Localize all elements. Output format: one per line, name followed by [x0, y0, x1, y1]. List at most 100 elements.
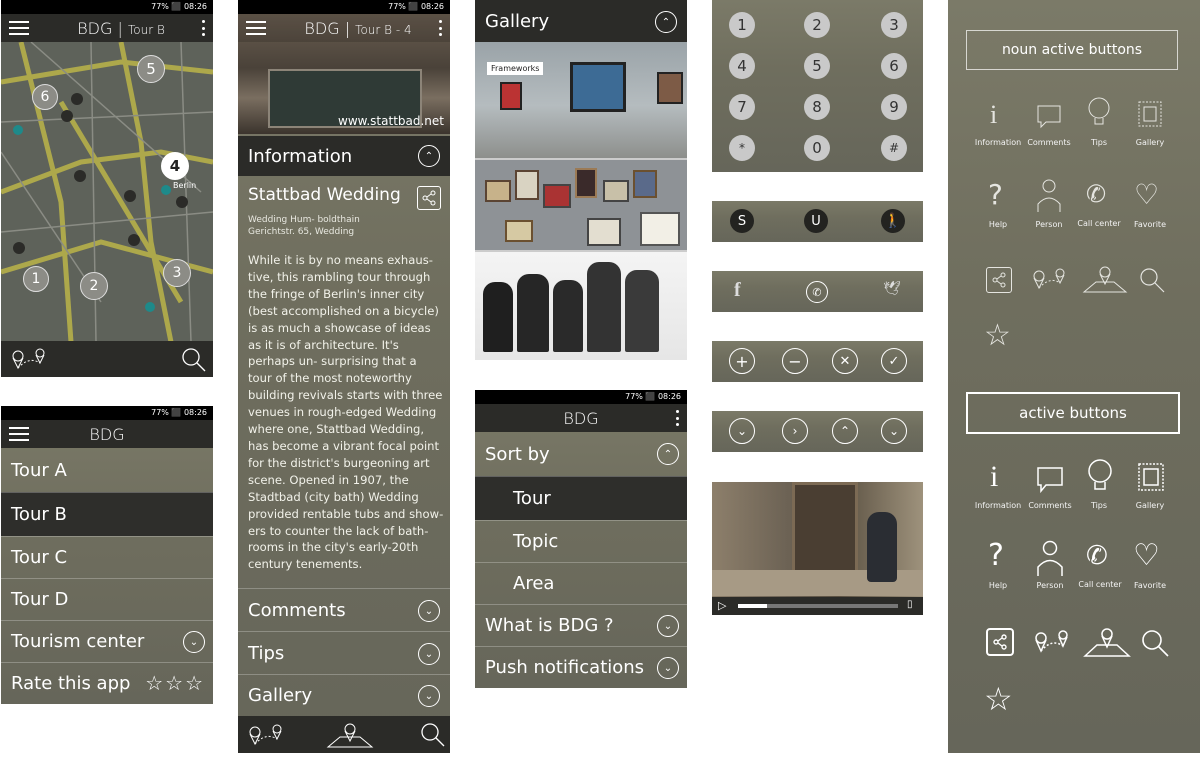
- location-area-icon[interactable]: [1083, 626, 1131, 658]
- star-icon[interactable]: ☆: [145, 671, 165, 695]
- keypad-key[interactable]: 6: [881, 53, 907, 79]
- map-pins-icon[interactable]: [246, 722, 290, 748]
- sort-by-header[interactable]: Sort by ⌃: [475, 432, 687, 476]
- whatsapp-icon[interactable]: ✆: [806, 281, 828, 303]
- gallery-header[interactable]: Gallery ⌃: [475, 0, 687, 42]
- more-options-icon[interactable]: [439, 20, 442, 36]
- map-pins-icon[interactable]: [9, 346, 53, 372]
- video-progress[interactable]: [738, 604, 898, 608]
- star-icon[interactable]: ☆: [984, 680, 1013, 718]
- star-rating[interactable]: ☆☆☆: [145, 671, 205, 695]
- fullscreen-icon[interactable]: ▯: [907, 599, 913, 610]
- keypad-key[interactable]: 4: [729, 53, 755, 79]
- tour-marker[interactable]: 6: [32, 84, 58, 110]
- add-icon[interactable]: +: [729, 348, 755, 374]
- more-options-icon[interactable]: [202, 20, 205, 36]
- share-icon[interactable]: [417, 186, 441, 210]
- star-icon[interactable]: ☆: [185, 671, 205, 695]
- menu-item-tour-a[interactable]: Tour A: [1, 448, 213, 492]
- call-center-icon[interactable]: ✆: [1086, 541, 1108, 571]
- menu-item-rate-app[interactable]: Rate this app ☆☆☆: [1, 662, 213, 704]
- information-icon[interactable]: i: [990, 100, 997, 130]
- help-icon[interactable]: ?: [988, 178, 1003, 211]
- tour-marker[interactable]: 3: [163, 259, 191, 287]
- gallery-photo[interactable]: [475, 160, 687, 250]
- chevron-right-icon[interactable]: ›: [782, 418, 808, 444]
- gallery-icon[interactable]: [1137, 100, 1163, 128]
- share-icon[interactable]: [986, 628, 1014, 656]
- star-icon[interactable]: ☆: [984, 318, 1011, 353]
- comments-icon[interactable]: [1036, 466, 1064, 494]
- person-icon[interactable]: [1036, 178, 1062, 214]
- favorite-icon[interactable]: ♡: [1134, 178, 1159, 211]
- search-icon[interactable]: [1138, 266, 1166, 294]
- information-icon[interactable]: i: [990, 460, 998, 494]
- menu-icon[interactable]: [246, 21, 266, 35]
- menu-item-tour-b[interactable]: Tour B: [1, 492, 213, 536]
- chevron-down-icon[interactable]: ⌄: [881, 418, 907, 444]
- chevron-down-icon[interactable]: ⌄: [657, 657, 679, 679]
- what-is-bdg-row[interactable]: What is BDG ? ⌄: [475, 604, 687, 646]
- sort-option-tour[interactable]: Tour: [475, 476, 687, 520]
- accordion-tips[interactable]: Tips ⌄: [238, 631, 450, 674]
- keypad-key[interactable]: 3: [881, 12, 907, 38]
- gallery-photo[interactable]: [475, 252, 687, 360]
- sort-option-area[interactable]: Area: [475, 562, 687, 604]
- search-icon[interactable]: [1140, 628, 1170, 658]
- menu-icon[interactable]: [9, 427, 29, 441]
- accordion-gallery[interactable]: Gallery ⌄: [238, 674, 450, 716]
- s-bahn-icon[interactable]: S: [730, 209, 754, 233]
- city-map[interactable]: Berlin: [1, 42, 213, 342]
- walking-icon[interactable]: 🚶: [881, 209, 905, 233]
- tips-icon[interactable]: [1086, 96, 1112, 130]
- keypad-key[interactable]: 9: [881, 94, 907, 120]
- chevron-down-icon[interactable]: ⌄: [418, 685, 440, 707]
- gallery-icon[interactable]: [1137, 462, 1165, 492]
- person-icon[interactable]: [1036, 540, 1064, 578]
- help-icon[interactable]: ?: [988, 538, 1004, 573]
- chevron-down-icon[interactable]: ⌄: [729, 418, 755, 444]
- chevron-up-icon[interactable]: ⌃: [418, 145, 440, 167]
- location-area-icon[interactable]: [326, 721, 374, 749]
- keypad-key[interactable]: *: [729, 135, 755, 161]
- information-section-header[interactable]: Information ⌃: [238, 136, 450, 176]
- share-icon[interactable]: [986, 267, 1012, 293]
- chevron-up-icon[interactable]: ⌃: [655, 11, 677, 33]
- tips-icon[interactable]: [1086, 458, 1114, 494]
- remove-icon[interactable]: −: [782, 348, 808, 374]
- chevron-down-icon[interactable]: ⌄: [183, 631, 205, 653]
- favorite-icon[interactable]: ♡: [1133, 538, 1160, 573]
- menu-item-tour-d[interactable]: Tour D: [1, 578, 213, 620]
- sort-option-topic[interactable]: Topic: [475, 520, 687, 562]
- tour-marker[interactable]: 5: [137, 55, 165, 83]
- location-area-icon[interactable]: [1082, 264, 1128, 294]
- more-options-icon[interactable]: [676, 410, 679, 426]
- keypad-key[interactable]: 8: [804, 94, 830, 120]
- facebook-icon[interactable]: f: [734, 279, 741, 302]
- push-notifications-row[interactable]: Push notifications ⌄: [475, 646, 687, 688]
- chevron-down-icon[interactable]: ⌄: [657, 615, 679, 637]
- menu-item-tourism-center[interactable]: Tourism center ⌄: [1, 620, 213, 662]
- close-icon[interactable]: ✕: [832, 348, 858, 374]
- check-icon[interactable]: ✓: [881, 348, 907, 374]
- star-icon[interactable]: ☆: [165, 671, 185, 695]
- keypad-key[interactable]: 0: [804, 135, 830, 161]
- twitter-icon[interactable]: 🕊: [883, 281, 901, 297]
- search-icon[interactable]: [420, 722, 446, 748]
- keypad-key[interactable]: 2: [804, 12, 830, 38]
- map-pins-icon[interactable]: [1030, 266, 1070, 294]
- menu-icon[interactable]: [9, 21, 29, 35]
- keypad-key[interactable]: #: [881, 135, 907, 161]
- chevron-down-icon[interactable]: ⌄: [418, 600, 440, 622]
- gallery-photo[interactable]: Frameworks: [475, 42, 687, 158]
- video-player[interactable]: ▷ ▯: [712, 482, 923, 615]
- tour-marker[interactable]: 1: [23, 266, 49, 292]
- play-icon[interactable]: ▷: [718, 599, 726, 612]
- map-pins-icon[interactable]: [1032, 628, 1074, 658]
- chevron-up-icon[interactable]: ⌃: [832, 418, 858, 444]
- chevron-down-icon[interactable]: ⌄: [418, 643, 440, 665]
- tour-marker-selected[interactable]: 4: [161, 152, 189, 180]
- chevron-up-icon[interactable]: ⌃: [657, 443, 679, 465]
- keypad-key[interactable]: 7: [729, 94, 755, 120]
- keypad-key[interactable]: 5: [804, 53, 830, 79]
